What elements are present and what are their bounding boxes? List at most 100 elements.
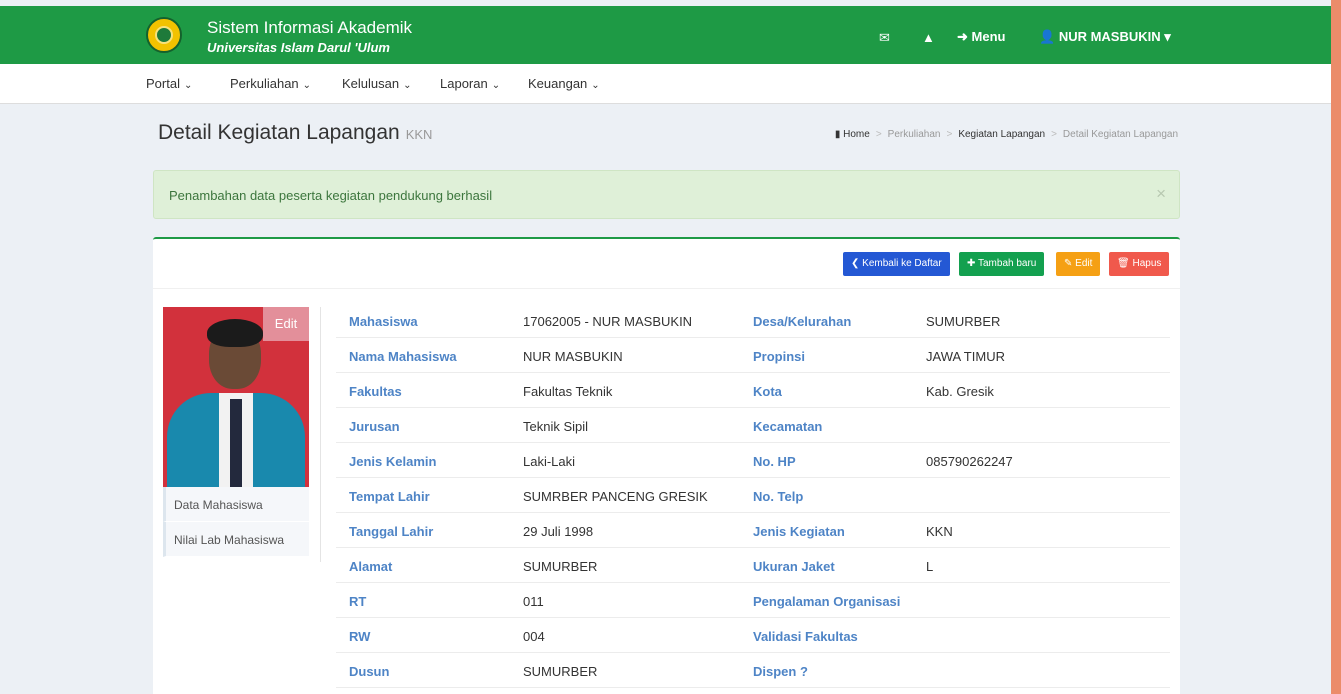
breadcrumb-current: Detail Kegiatan Lapangan	[1062, 129, 1178, 140]
nav-kelulusan[interactable]: Kelulusan ⌄	[342, 76, 412, 91]
chevron-left-icon: ❮	[851, 258, 860, 269]
plus-icon: ✚	[967, 258, 976, 269]
page-title: Detail Kegiatan Lapangan KKN	[158, 121, 432, 145]
nav-portal[interactable]: Portal ⌄	[146, 76, 192, 91]
envelope-icon[interactable]: ✉	[879, 30, 890, 46]
detail-row: Tempat Lahir SUMRBER PANCENG GRESIK No. …	[336, 478, 1170, 513]
close-icon[interactable]: ×	[1156, 184, 1166, 204]
field-label: Jenis Kegiatan	[753, 524, 845, 539]
side-item-data-mahasiswa[interactable]: Data Mahasiswa	[163, 487, 309, 522]
detail-row: Nama Mahasiswa NUR MASBUKIN Propinsi JAW…	[336, 338, 1170, 373]
field-value: Kab. Gresik	[926, 384, 994, 399]
nav-perkuliahan[interactable]: Perkuliahan ⌄	[230, 76, 311, 91]
field-label: Dusun	[349, 664, 390, 679]
detail-row: RW 004 Validasi Fakultas	[336, 618, 1170, 653]
photo-edit-button[interactable]: Edit	[263, 307, 309, 341]
student-photo: Edit	[163, 307, 309, 487]
breadcrumb-perkuliahan[interactable]: Perkuliahan	[888, 129, 941, 140]
delete-label: Hapus	[1132, 258, 1162, 269]
detail-row: Mahasiswa 17062005 - NUR MASBUKIN Desa/K…	[336, 303, 1170, 338]
field-label: Ukuran Jaket	[753, 559, 835, 574]
field-value: SUMURBER	[926, 314, 1001, 329]
field-value: Laki-Laki	[523, 454, 576, 469]
breadcrumb: ▮ Home > Perkuliahan > Kegiatan Lapangan > Det…	[835, 129, 1178, 140]
field-label: Nama Mahasiswa	[349, 349, 457, 364]
breadcrumb-home-label: Home	[843, 129, 870, 140]
nav-label: Perkuliahan	[230, 76, 299, 91]
success-alert: Penambahan data peserta kegiatan penduku…	[153, 170, 1180, 219]
field-label: Kecamatan	[753, 419, 823, 434]
field-label: No. Telp	[753, 489, 804, 504]
scrollbar[interactable]	[1331, 0, 1341, 694]
detail-row: Alamat SUMURBER Ukuran Jaket L	[336, 548, 1170, 583]
chevron-down-icon: ⌄	[591, 80, 600, 91]
field-value: KKN	[926, 524, 953, 539]
chevron-down-icon: ⌄	[302, 80, 312, 91]
field-value: 17062005 - NUR MASBUKIN	[523, 314, 693, 329]
breadcrumb-kegiatan[interactable]: Kegiatan Lapangan	[958, 129, 1045, 140]
app-title[interactable]: Sistem Informasi Akademik	[207, 18, 412, 38]
field-label: Propinsi	[753, 349, 806, 364]
field-label: Alamat	[349, 559, 393, 574]
detail-row: Tanggal Lahir 29 Juli 1998 Jenis Kegiata…	[336, 513, 1170, 548]
delete-button[interactable]: 🗑 Hapus	[1109, 252, 1170, 276]
nav-label: Kelulusan	[342, 76, 400, 91]
edit-label: Edit	[1075, 258, 1093, 269]
field-label: Jurusan	[349, 419, 400, 434]
back-to-list-button[interactable]: ❮ Kembali ke Daftar	[843, 252, 950, 276]
photo-hair	[207, 319, 263, 347]
file-icon: ▮	[834, 129, 841, 140]
add-new-button[interactable]: ✚ Tambah baru	[959, 252, 1045, 276]
field-value: JAWA TIMUR	[926, 349, 1005, 364]
nav-label: Portal	[146, 76, 180, 91]
field-value: 011	[523, 594, 544, 609]
field-label: RW	[349, 629, 371, 644]
field-label: Mahasiswa	[349, 314, 418, 329]
breadcrumb-home[interactable]: ▮ Home	[835, 129, 870, 140]
detail-row: RT 011 Pengalaman Organisasi	[336, 583, 1170, 618]
page-title-text: Detail Kegiatan Lapangan	[158, 121, 400, 144]
field-label: RT	[349, 594, 367, 609]
alert-message: Penambahan data peserta kegiatan penduku…	[169, 188, 493, 203]
detail-box: ❮ Kembali ke Daftar ✚ Tambah baru ✎ Edit…	[153, 237, 1180, 694]
edit-button[interactable]: ✎ Edit	[1056, 252, 1101, 276]
chevron-down-icon: ⌄	[183, 80, 193, 91]
trash-icon: 🗑	[1117, 258, 1130, 269]
menu-label: Menu	[971, 29, 1006, 44]
menu-button[interactable]: ➜ Menu	[957, 29, 1005, 45]
user-icon: 👤	[1039, 29, 1056, 44]
field-value: SUMURBER	[523, 559, 598, 574]
divider	[320, 307, 321, 562]
sign-in-icon: ➜	[957, 29, 968, 44]
field-value: L	[926, 559, 934, 574]
nav-laporan[interactable]: Laporan ⌄	[440, 76, 500, 91]
top-header: Sistem Informasi Akademik Universitas Is…	[0, 6, 1331, 64]
field-value: SUMRBER PANCENG GRESIK	[523, 489, 708, 504]
field-value: SUMURBER	[523, 664, 598, 679]
field-value: 004	[523, 629, 545, 644]
detail-row: Dusun SUMURBER Dispen ?	[336, 653, 1170, 688]
field-label: Desa/Kelurahan	[753, 314, 852, 329]
field-label: Dispen ?	[753, 664, 808, 679]
university-logo[interactable]	[146, 17, 182, 53]
field-label: No. HP	[753, 454, 796, 469]
side-item-nilai-lab[interactable]: Nilai Lab Mahasiswa	[163, 522, 309, 557]
field-label: Validasi Fakultas	[753, 629, 858, 644]
detail-row: Jenis Kelamin Laki-Laki No. HP 085790262…	[336, 443, 1170, 478]
field-value: 29 Juli 1998	[523, 524, 594, 539]
warning-icon[interactable]: ▲	[922, 30, 935, 45]
back-label: Kembali ke Daftar	[862, 258, 942, 269]
chevron-down-icon: ⌄	[403, 80, 412, 91]
field-label: Tempat Lahir	[349, 489, 430, 504]
main-nav: Portal ⌄ Perkuliahan ⌄ Kelulusan ⌄ Laporan ⌄…	[0, 64, 1331, 104]
breadcrumb-separator: >	[946, 129, 953, 140]
nav-keuangan[interactable]: Keuangan ⌄	[528, 76, 600, 91]
field-label: Pengalaman Organisasi	[753, 594, 901, 609]
user-menu[interactable]: 👤 NUR MASBUKIN ▾	[1039, 29, 1171, 45]
photo-tie	[230, 399, 242, 487]
pencil-icon: ✎	[1064, 258, 1073, 269]
field-value: Fakultas Teknik	[523, 384, 613, 399]
add-label: Tambah baru	[978, 258, 1037, 269]
page-subtitle: KKN	[405, 127, 433, 142]
caret-down-icon: ▾	[1164, 29, 1171, 44]
